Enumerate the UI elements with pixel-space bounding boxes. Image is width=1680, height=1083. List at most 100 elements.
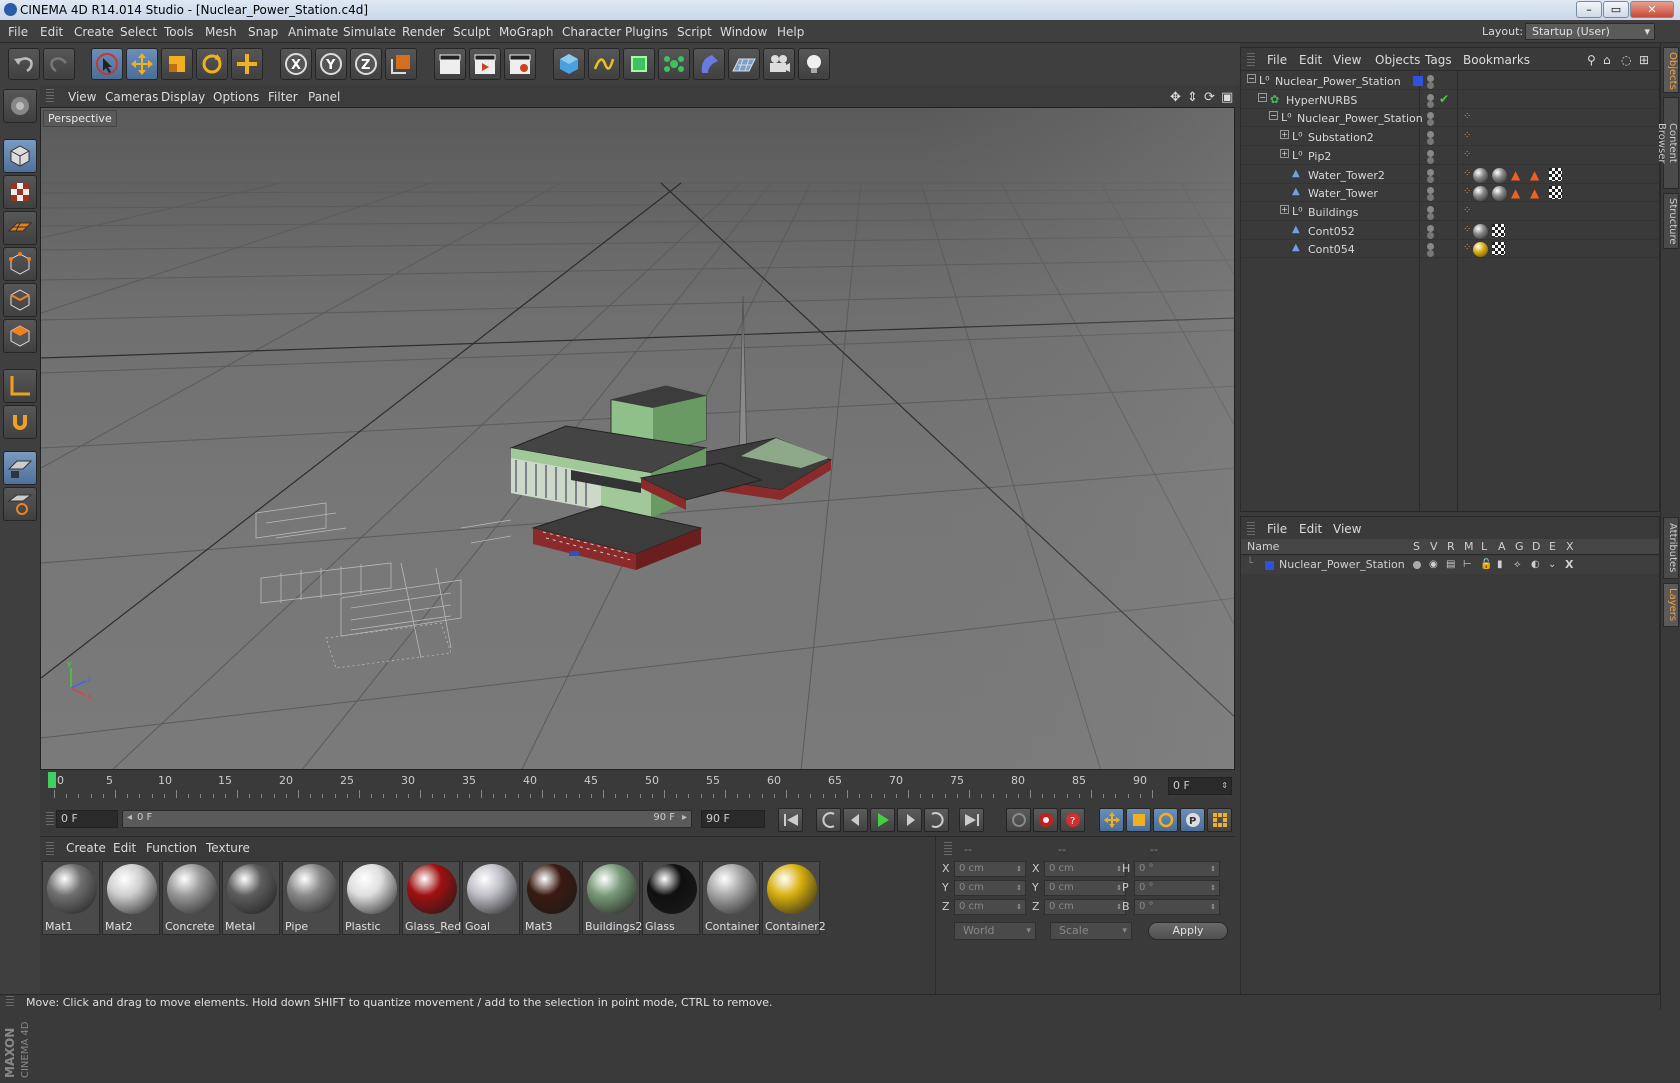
object-row[interactable]: − L⁰ Nuclear_Power_Station ⁘ [1241, 109, 1659, 128]
objects-menu-tags[interactable]: Tags [1425, 53, 1452, 67]
object-row[interactable]: ▲ Cont054 ⁘ [1241, 240, 1659, 259]
uvw-tag-icon[interactable] [1549, 167, 1562, 181]
previous-frame-button[interactable] [843, 808, 868, 832]
manager-tree-icon[interactable]: ⊢ [1463, 559, 1472, 570]
edges-mode-button[interactable] [3, 283, 37, 317]
start-frame-field[interactable]: 0 F [56, 810, 118, 828]
material-tag-icon[interactable] [1473, 223, 1488, 239]
workplane-mode-button[interactable] [3, 211, 37, 245]
go-to-start-button[interactable] [778, 808, 803, 832]
collapse-icon[interactable]: − [1269, 111, 1278, 121]
render-visibility-dot[interactable] [1427, 212, 1434, 220]
generator-icon[interactable]: ⟡ [1514, 559, 1521, 570]
editor-visibility-dot[interactable] [1427, 75, 1434, 82]
next-frame-button[interactable] [897, 808, 922, 832]
search-icon[interactable]: ⚲ [1587, 53, 1596, 67]
layer-column-animation[interactable]: A [1498, 540, 1506, 553]
objects-menu-edit[interactable]: Edit [1299, 53, 1322, 67]
panel-grip[interactable] [46, 842, 54, 856]
key-scale-button[interactable] [1126, 808, 1151, 832]
stepper-icon[interactable]: ⇕ [1016, 862, 1022, 876]
viewport-menu-panel[interactable]: Panel [308, 90, 340, 104]
panel-grip[interactable] [1247, 522, 1255, 536]
rotate-tool-button[interactable] [196, 48, 228, 80]
menu-render[interactable]: Render [402, 25, 445, 39]
coordinate-system-button[interactable] [385, 48, 417, 80]
apply-button[interactable]: Apply [1148, 922, 1228, 940]
workplane-lock-button[interactable] [3, 451, 37, 485]
key-parameter-button[interactable]: P [1180, 808, 1205, 832]
coord-value-field[interactable]: 0 ° ⇕ [1134, 861, 1220, 877]
editor-visibility-dot[interactable] [1427, 205, 1434, 213]
layer-column-manager[interactable]: M [1464, 540, 1474, 553]
viewport-menu-options[interactable]: Options [213, 90, 259, 104]
stepper-icon[interactable]: ⇕ [1016, 881, 1022, 895]
render-visibility-dot[interactable] [1427, 138, 1434, 146]
panel-grip[interactable] [46, 89, 54, 103]
viewport-maximize-icon[interactable]: ▣ [1221, 90, 1233, 105]
layer-color-swatch[interactable] [1265, 561, 1274, 570]
material-tag-icon[interactable] [1492, 186, 1507, 202]
range-left-arrow-icon[interactable]: ◂ [127, 812, 132, 823]
key-pla-button[interactable] [1207, 808, 1232, 832]
expand-icon[interactable]: + [1280, 204, 1289, 214]
viewport-menu-display[interactable]: Display [161, 90, 205, 104]
menu-sculpt[interactable]: Sculpt [453, 25, 490, 39]
maximize-button[interactable]: ▭ [1603, 1, 1629, 18]
close-button[interactable]: ✕ [1630, 1, 1674, 18]
coord-value-field[interactable]: 0 ° ⇕ [1134, 899, 1220, 915]
stepper-icon[interactable]: ⇕ [1210, 862, 1216, 876]
editor-visibility-dot[interactable] [1427, 224, 1434, 232]
viewport-rotate-icon[interactable]: ⟳ [1204, 90, 1215, 105]
objects-menu-view[interactable]: View [1333, 53, 1361, 67]
material-swatch[interactable]: Buildings2 [582, 861, 642, 935]
viewport-menu-filter[interactable]: Filter [268, 90, 298, 104]
key-rotation-button[interactable] [1153, 808, 1178, 832]
render-visibility-dot[interactable] [1427, 250, 1434, 258]
layers-menu-view[interactable]: View [1333, 522, 1361, 536]
tab-layers[interactable]: Layers [1663, 583, 1679, 627]
material-tag-icon[interactable] [1473, 167, 1488, 183]
phong-tag-icon[interactable]: ⁘ [1463, 130, 1471, 141]
selection-tag-icon[interactable]: ▲ [1511, 168, 1520, 182]
scale-tool-button[interactable] [161, 48, 193, 80]
stepper-icon[interactable]: ⇕ [1210, 881, 1216, 895]
material-swatch[interactable]: Plastic [342, 861, 400, 935]
layer-column-render[interactable]: R [1447, 540, 1455, 553]
editor-visibility-dot[interactable] [1427, 149, 1434, 157]
material-swatch[interactable]: Glass_Red [402, 861, 461, 935]
filter-icon[interactable]: ◌ [1621, 53, 1631, 67]
render-visibility-dot[interactable] [1427, 100, 1434, 108]
selection-tag-icon[interactable]: ▲ [1530, 168, 1539, 182]
layers-menu-edit[interactable]: Edit [1299, 522, 1322, 536]
menu-snap[interactable]: Snap [248, 25, 278, 39]
material-swatch[interactable]: Concrete [162, 861, 220, 935]
menu-create[interactable]: Create [74, 25, 114, 39]
layer-column-locked[interactable]: L [1481, 540, 1487, 553]
phong-tag-icon[interactable]: ⁘ [1463, 205, 1471, 216]
menu-mesh[interactable]: Mesh [205, 25, 237, 39]
coord-value-field[interactable]: 0 cm ⇕ [1044, 899, 1126, 915]
editor-visibility-dot[interactable] [1427, 93, 1434, 101]
locked-workplane-button[interactable] [3, 487, 37, 521]
move-tool-button[interactable] [126, 48, 158, 80]
material-swatch[interactable]: Metal [222, 861, 280, 935]
editor-visibility-dot[interactable] [1427, 131, 1434, 139]
viewport-camera-label[interactable]: Perspective [43, 110, 117, 127]
material-swatch[interactable]: Mat1 [42, 861, 100, 935]
menu-character[interactable]: Character [562, 25, 621, 39]
camera-button[interactable] [763, 48, 795, 80]
expand-icon[interactable]: + [1280, 130, 1289, 140]
viewport-zoom-icon[interactable]: ⇕ [1187, 90, 1198, 105]
transform-mode-select[interactable]: Scale ▾ [1050, 922, 1132, 940]
stepper-icon[interactable]: ⇕ [1221, 778, 1228, 794]
object-row[interactable]: ▲ Water_Tower ⁘ ▲ ▲ [1241, 184, 1659, 203]
menu-animate[interactable]: Animate [288, 25, 338, 39]
eye-icon[interactable]: ◉ [1429, 559, 1438, 570]
coord-value-field[interactable]: 0 cm ⇕ [954, 880, 1026, 896]
selection-tag-icon[interactable]: ▲ [1530, 186, 1539, 200]
nurbs-button[interactable] [623, 48, 655, 80]
points-mode-button[interactable] [3, 247, 37, 281]
layer-column-view[interactable]: V [1430, 540, 1438, 553]
material-swatch[interactable]: Container2 [762, 861, 826, 935]
